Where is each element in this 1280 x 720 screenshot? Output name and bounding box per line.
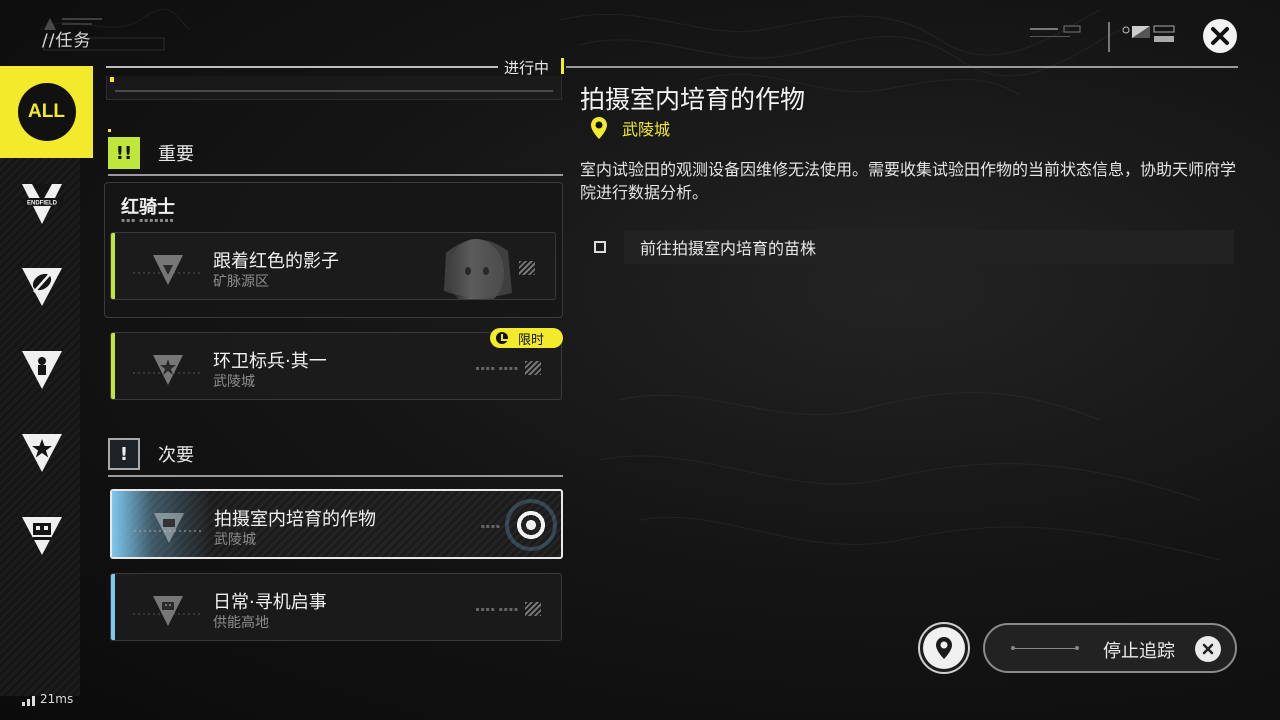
close-icon — [1211, 27, 1229, 45]
map-location-button[interactable] — [918, 622, 970, 674]
svg-text:ENDFIELD: ENDFIELD — [27, 201, 58, 207]
clock-icon — [496, 332, 508, 344]
stop-tracking-label: 停止追踪 — [1103, 641, 1175, 662]
endfield-icon[interactable]: ENDFIELD — [20, 182, 64, 226]
network-latency: 21ms — [22, 692, 73, 706]
location-pin-icon — [591, 117, 607, 139]
quest-emblem-icon — [133, 596, 203, 626]
map-pin-icon — [936, 637, 952, 659]
code-deco: ▪▪▪▪ — [480, 523, 501, 530]
major-badge: !! — [108, 137, 140, 169]
latency-text: 21ms — [40, 692, 74, 706]
quest-card-selected[interactable]: 拍摄室内培育的作物 武陵城 ▪▪▪▪ — [110, 489, 563, 559]
quest-emblem-icon — [133, 255, 203, 285]
limited-time-label: 限时 — [518, 332, 545, 348]
quest-name: 环卫标兵·其一 — [213, 351, 327, 372]
dash-decoration — [1011, 646, 1079, 650]
building-icon[interactable] — [20, 513, 64, 557]
tracking-target-icon[interactable] — [509, 503, 553, 547]
section-divider — [108, 475, 563, 477]
keyhole-icon[interactable] — [20, 347, 64, 391]
section-divider — [108, 174, 563, 176]
list-divider — [106, 66, 498, 68]
list-top-card-remnant — [106, 76, 562, 100]
stop-tracking-button[interactable]: 停止追踪 — [983, 623, 1237, 673]
objective-text: 前往拍摄室内培育的苗株 — [624, 230, 1234, 264]
minor-badge: ! — [108, 438, 140, 470]
marker — [108, 129, 111, 132]
breadcrumb: //任务 — [42, 31, 92, 51]
quest-name: 拍摄室内培育的作物 — [214, 509, 376, 530]
section-minor: ! 次要 — [108, 437, 194, 471]
section-label: 次要 — [158, 445, 194, 466]
section-major: !! 重要 — [108, 136, 194, 170]
quest-accent — [111, 333, 115, 399]
quest-accent — [111, 233, 115, 299]
quest-name: 跟着红色的影子 — [213, 251, 339, 272]
quest-location: 矿脉源区 — [213, 274, 269, 290]
quest-location: 武陵城 — [213, 374, 255, 390]
hud-decoration — [1030, 22, 1175, 52]
close-circle-icon — [1195, 636, 1221, 662]
quest-name: 日常·寻机启事 — [213, 592, 327, 613]
objective-checkbox-icon — [594, 241, 606, 253]
limited-time-badge: 限时 — [490, 328, 563, 348]
quest-location: 供能高地 — [213, 615, 269, 631]
marker — [110, 77, 114, 82]
quest-card[interactable]: 跟着红色的影子 矿脉源区 — [110, 232, 556, 300]
quest-card[interactable]: 日常·寻机启事 供能高地 ▪▪▪▪ ▪▪▪▪ — [110, 573, 562, 641]
detail-divider — [566, 66, 1238, 68]
group-title: 红骑士 — [121, 197, 175, 218]
hatch-mark — [525, 602, 541, 616]
all-icon: ALL — [17, 83, 76, 141]
objective-row: 前往拍摄室内培育的苗株 — [586, 230, 1234, 264]
quest-location: 武陵城 — [214, 532, 256, 548]
character-portrait — [444, 239, 512, 299]
signal-icon — [22, 696, 35, 706]
close-button[interactable] — [1203, 19, 1237, 53]
detail-location: 武陵城 — [590, 116, 670, 140]
hatch-mark — [519, 261, 535, 275]
quest-description: 室内试验田的观测设备因维修无法使用。需要收集试验田作物的当前状态信息，协助天师府… — [580, 160, 1237, 202]
leaf-icon[interactable] — [20, 264, 64, 308]
star-icon[interactable] — [20, 430, 64, 474]
quest-accent — [111, 574, 115, 640]
code-deco: ▪▪▪▪ ▪▪▪▪ — [475, 365, 519, 372]
group-subtitle-deco: ▪▪▪ ▪▪▪▪▪▪▪ — [121, 217, 175, 224]
quest-emblem-icon — [134, 513, 204, 543]
section-label: 重要 — [158, 144, 194, 165]
hatch-mark — [525, 361, 541, 375]
detail-title: 拍摄室内培育的作物 — [580, 85, 806, 114]
quest-emblem-icon — [133, 355, 203, 385]
code-deco: ▪▪▪▪ ▪▪▪▪ — [475, 606, 519, 613]
location-text: 武陵城 — [622, 120, 671, 139]
category-all-tab[interactable]: ALL — [0, 66, 93, 158]
